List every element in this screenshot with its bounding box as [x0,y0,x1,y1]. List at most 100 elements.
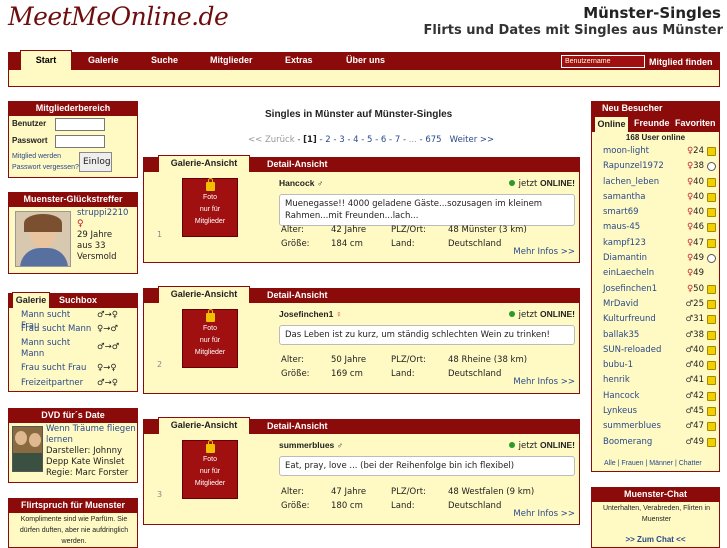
online-user-row[interactable]: summerblues ♂47 [592,419,719,434]
online-user-row[interactable]: Boomerang ♂49 [592,435,719,450]
tab-suchbox[interactable]: Suchbox [59,294,97,307]
link-freizeitpartner[interactable]: Freizeitpartner [21,378,97,389]
online-user-row[interactable]: SUN-reloaded ♂40 [592,343,719,358]
lucky-username[interactable]: struppi2210 [77,208,128,218]
online-user-row[interactable]: bubu-1 ♂40 [592,358,719,373]
online-user-row[interactable]: kampf123 ♀47 [592,236,719,251]
dvd-movie-link[interactable]: Wenn Träume fliegen lernen [46,424,136,446]
link-frau-sucht-mann[interactable]: Frau sucht Mann [21,324,101,335]
more-info-link[interactable]: Mehr Infos >> [513,247,575,257]
online-user-row[interactable]: ballak35 ♂38 [592,328,719,343]
lucky-photo[interactable] [15,211,71,267]
dvd-title: DVD für´s Date [9,409,137,423]
tab-favoriten[interactable]: Favoriten [675,118,716,128]
chat-text: Unterhalten, Verabreden, Flirten in Muen… [602,505,710,523]
chat-link[interactable]: >> Zum Chat << [592,535,719,544]
tab-freunde[interactable]: Freunde [634,118,670,128]
nav-galerie[interactable]: Galerie [88,52,119,70]
tab-detail-view[interactable]: Detail-Ansicht [267,289,328,303]
profile-card: Galerie-Ansicht Detail-Ansicht 3 Foto nur … [143,417,580,525]
photo-locked[interactable]: Foto nur für Mitglieder [182,309,238,368]
online-user-row[interactable]: henrik ♂41 [592,373,719,388]
tab-gallery-view[interactable]: Galerie-Ansicht [158,286,250,303]
female-icon: ♀ [335,309,343,319]
photo-text: Mitglieder [194,349,226,356]
nav-suche[interactable]: Suche [151,52,178,70]
online-user-row[interactable]: smart69 ♀40 [592,205,719,220]
pager-page[interactable]: 3 [339,135,344,145]
online-user-age: ♂49 [686,435,704,450]
online-user-name: lachen_leben [603,176,660,187]
tab-gallery-view[interactable]: Galerie-Ansicht [158,155,250,172]
photo-icon [707,345,716,355]
pager-page[interactable]: 7 [395,135,400,145]
more-info-link[interactable]: Mehr Infos >> [513,509,575,519]
online-user-name: SUN-reloaded [603,344,662,355]
online-user-row[interactable]: MrDavid ♂25 [592,297,719,312]
nav-ueber-uns[interactable]: Über uns [346,52,385,70]
username-search-input[interactable]: Benutzername [561,55,645,68]
pager-page[interactable]: 6 [381,135,386,145]
find-member-button[interactable]: Mitglied finden [649,55,713,70]
forgot-password-link[interactable]: Passwort vergessen? [12,164,79,171]
dvd-cover[interactable] [12,426,43,472]
register-link[interactable]: Mitglied werden [12,153,61,160]
age-value: 47 [693,237,704,248]
card-index: 2 [157,360,163,369]
tab-detail-view[interactable]: Detail-Ansicht [267,420,328,434]
online-user-row[interactable]: einLaecheln ♀49 [592,266,719,281]
pager-page[interactable]: 5 [367,135,372,145]
online-user-age: ♀49 [687,251,704,266]
online-user-age: ♀40 [687,190,704,205]
tab-detail-view[interactable]: Detail-Ansicht [267,158,328,172]
online-user-row[interactable]: Josefinchen1 ♀50 [592,282,719,297]
nav-mitglieder[interactable]: Mitglieder [210,52,253,70]
photo-text: nur für [199,468,221,475]
visitor-filter[interactable]: Alle | Frauen | Männer | Chatter [604,460,702,467]
password-input[interactable] [55,135,105,148]
photo-icon [707,223,716,233]
online-user-row[interactable]: lachen_leben ♀40 [592,175,719,190]
nav-start[interactable]: Start [20,50,72,70]
online-user-row[interactable]: Diamantin ♀49 [592,251,719,266]
tab-gallery-view[interactable]: Galerie-Ansicht [158,417,250,434]
site-logo[interactable]: MeetMeOnline.de [8,2,229,31]
pager-page[interactable]: 4 [353,135,358,145]
online-dot-icon [508,311,515,317]
online-user-row[interactable]: maus-45 ♀46 [592,220,719,235]
pager-page[interactable]: 2 [325,135,330,145]
user-input[interactable] [55,118,105,131]
lock-icon [205,440,215,453]
online-user-row[interactable]: Kulturfreund ♂31 [592,312,719,327]
photo-icon [707,376,716,386]
photo-locked[interactable]: Foto nur für Mitglieder [182,440,238,499]
password-label: Passwort [12,136,48,145]
nav-extras[interactable]: Extras [285,52,313,70]
female-male-icon: ♀→♂ [97,324,118,334]
online-user-row[interactable]: Rapunzel1972 ♀38 [592,159,719,174]
profile-username[interactable]: summerblues ♂ [279,440,343,450]
online-user-row[interactable]: Hancock ♂42 [592,389,719,404]
link-frau-sucht-frau[interactable]: Frau sucht Frau [21,363,101,374]
online-user-age: ♀46 [687,220,704,235]
page-subtitle: Flirts und Dates mit Singles aus Münster [423,23,723,38]
online-user-row[interactable]: samantha ♀40 [592,190,719,205]
login-button[interactable]: Einloggen [79,152,112,172]
more-info-link[interactable]: Mehr Infos >> [513,377,575,387]
photo-icon [707,315,716,325]
online-user-row[interactable]: moon-light ♀24 [592,144,719,159]
profile-username[interactable]: Josefinchen1 ♀ [279,309,342,319]
tab-online[interactable]: Online [595,117,628,132]
online-user-name: Hancock [603,390,640,401]
photo-locked[interactable]: Foto nur für Mitglieder [182,178,238,237]
pager-next[interactable]: Weiter >> [450,135,495,145]
tab-galerie[interactable]: Galerie [12,292,50,308]
main-nav: Start Galerie Suche Mitglieder Extras Üb… [8,50,720,70]
dvd-actors: Darsteller: Johnny Depp Kate Winslet [46,446,125,467]
online-user-row[interactable]: Lynkeus ♂45 [592,404,719,419]
flirt-box: Flirtspruch für Muenster Komplimente sin… [8,498,138,548]
pager-page[interactable]: 675 [425,135,441,145]
profile-username[interactable]: Hancock ♂ [279,178,323,188]
online-count: 168 User online [625,133,686,142]
link-mann-sucht-mann[interactable]: Mann sucht Mann [21,338,85,360]
